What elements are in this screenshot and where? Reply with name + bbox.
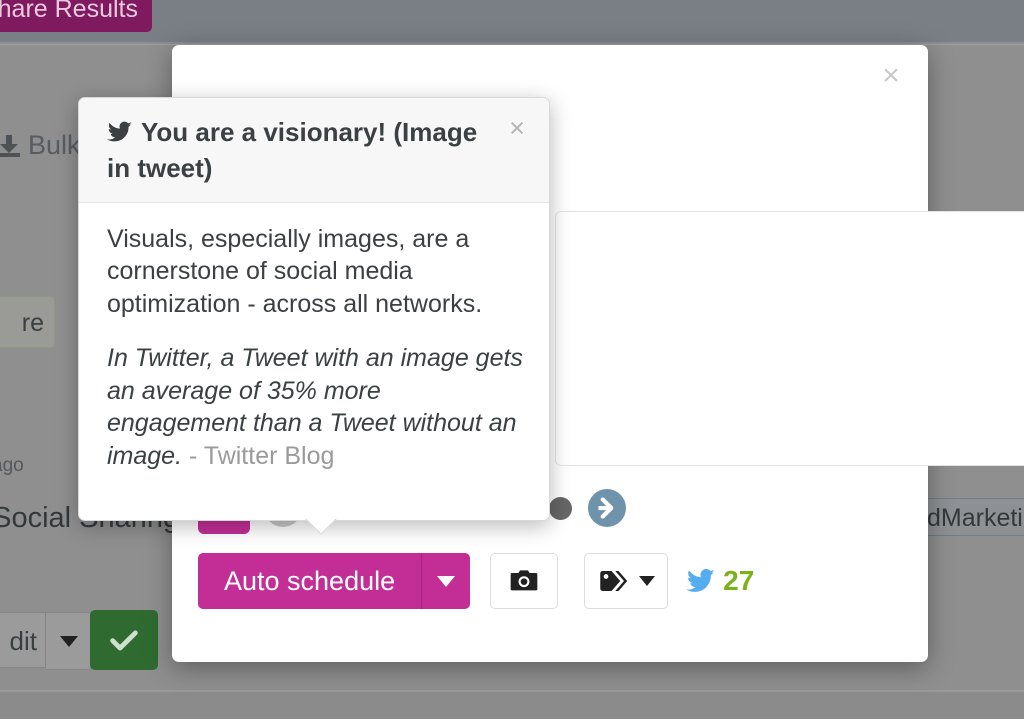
bulk-menu-item[interactable]: Bulk	[0, 130, 81, 161]
camera-icon	[510, 570, 538, 591]
compose-toolbar: Auto schedule 27	[198, 553, 754, 609]
edit-button[interactable]: dit	[0, 612, 46, 668]
popover-tail	[304, 519, 338, 537]
attach-image-button[interactable]	[490, 553, 559, 609]
popover-title: You are a visionary! (Image in tweet)	[107, 116, 527, 186]
chevron-down-icon	[437, 575, 456, 587]
twitter-bird-icon	[107, 118, 133, 152]
chevron-down-icon	[639, 576, 656, 586]
bulk-label: Bulk	[28, 130, 81, 160]
popover-attribution: - Twitter Blog	[182, 441, 335, 470]
popover-title-text: You are a visionary! (Image in tweet)	[107, 117, 478, 183]
tags-button[interactable]	[584, 553, 669, 609]
character-count-value: 27	[723, 565, 755, 596]
download-icon	[0, 134, 20, 157]
post-timestamp: ago	[0, 455, 24, 476]
popover-quote-block: In Twitter, a Tweet with an image gets a…	[107, 342, 523, 472]
check-icon	[110, 630, 138, 651]
popover-body: Visuals, especially images, are a corner…	[79, 203, 549, 521]
share-results-tab[interactable]: hare Results	[0, 0, 152, 32]
edit-dropdown-caret[interactable]	[46, 612, 92, 670]
approve-button[interactable]	[90, 610, 158, 670]
tip-popover: You are a visionary! (Image in tweet) × …	[78, 97, 550, 522]
next-tip-button[interactable]	[588, 489, 626, 527]
twitter-bird-icon	[686, 569, 715, 592]
tags-icon	[600, 571, 628, 591]
auto-schedule-dropdown[interactable]	[421, 553, 471, 609]
background-hashtag-chip[interactable]: dMarketing	[920, 498, 1024, 536]
popover-close-button[interactable]: ×	[503, 114, 531, 142]
popover-header: You are a visionary! (Image in tweet) ×	[79, 98, 549, 203]
modal-close-button[interactable]: ×	[874, 59, 908, 93]
background-left-button[interactable]: re	[0, 296, 55, 348]
score-dot-8[interactable]	[549, 496, 572, 520]
background-footer-bar	[0, 690, 1024, 719]
popover-paragraph: Visuals, especially images, are a corner…	[107, 224, 483, 318]
auto-schedule-button[interactable]: Auto schedule	[198, 553, 422, 609]
background-top-bar	[0, 0, 1024, 42]
chevron-down-icon	[59, 635, 78, 647]
character-counter: 27	[686, 565, 754, 597]
post-preview-card: cial Sharing undAgent #SocialMedia	[555, 211, 1024, 466]
arrow-right-circle-icon	[598, 497, 614, 519]
